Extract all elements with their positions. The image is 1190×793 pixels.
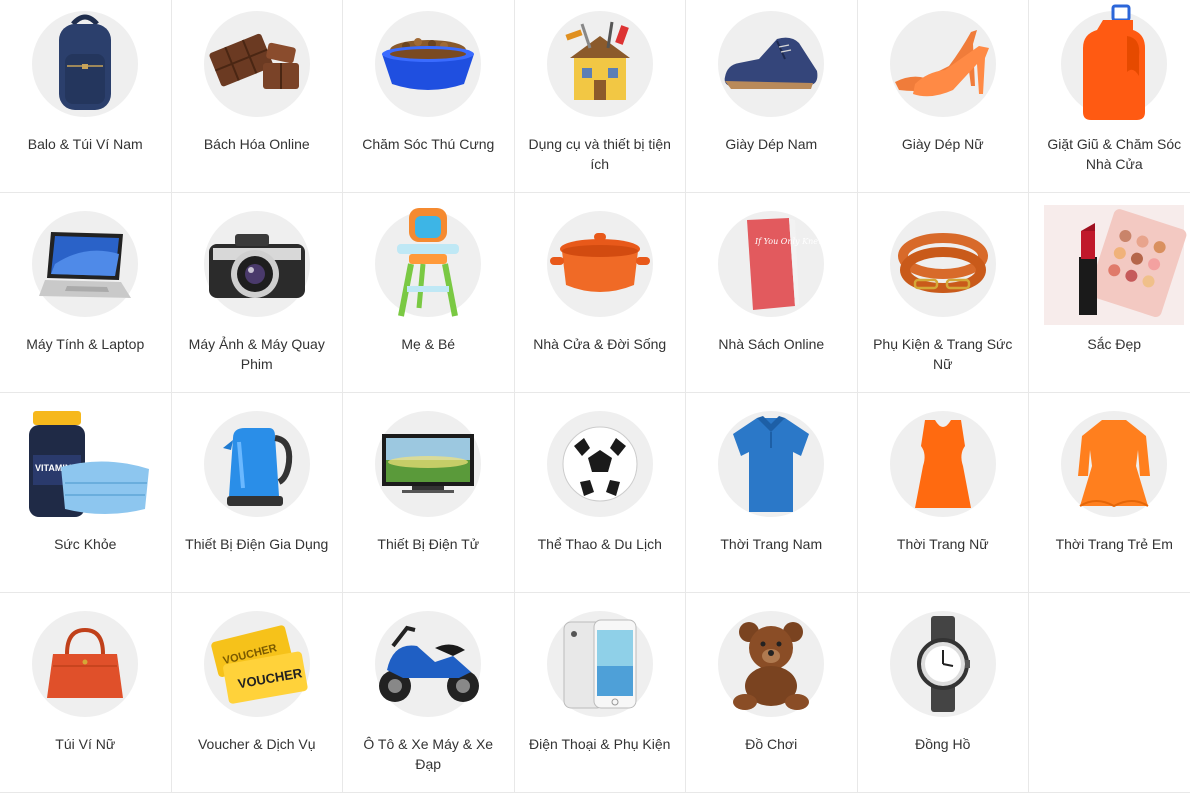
category-dung-cu-tien-ich[interactable]: Dụng cụ và thiết bị tiện ích (514, 0, 686, 193)
category-thoi-trang-nu[interactable]: Thời Trang Nữ (857, 393, 1029, 593)
high-heel-icon (889, 11, 996, 117)
teddy-bear-icon (718, 611, 825, 717)
category-giat-giu-cham-soc-nha-cua[interactable]: Giặt Giũ & Chăm Sóc Nhà Cửa (1029, 0, 1190, 193)
category-tui-vi-nu[interactable]: Túi Ví Nữ (0, 593, 172, 793)
category-dien-thoai-phu-kien[interactable]: Điện Thoại & Phụ Kiện (514, 593, 686, 793)
wristwatch-icon (889, 611, 996, 717)
category-thiet-bi-dien-gia-dung[interactable]: Thiết Bị Điện Gia Dụng (171, 393, 343, 593)
backpack-icon (32, 11, 139, 117)
makeup-icon (1044, 205, 1187, 325)
category-giay-dep-nu[interactable]: Giày Dép Nữ (857, 0, 1029, 193)
category-cham-soc-thu-cung[interactable]: Chăm Sóc Thú Cưng (343, 0, 515, 193)
category-label: Giày Dép Nữ (901, 136, 984, 152)
category-label: Bách Hóa Online (203, 136, 310, 152)
category-voucher-dich-vu[interactable]: VOUCHER VOUCHER Voucher & Dịch Vụ (171, 593, 343, 793)
category-me-be[interactable]: Mẹ & Bé (343, 193, 515, 393)
category-label: Đồng Hồ (915, 736, 971, 752)
category-label: Dụng cụ và thiết bị tiện ích (528, 136, 671, 172)
category-thoi-trang-tre-em[interactable]: Thời Trang Trẻ Em (1029, 393, 1190, 593)
pet-bowl-icon (375, 11, 482, 117)
voucher-ticket-icon: VOUCHER VOUCHER (203, 611, 310, 717)
soccer-ball-icon (546, 411, 653, 517)
category-grid: Balo & Túi Ví Nam Bách Hóa Online Chăm S… (0, 0, 1190, 793)
detergent-bottle-icon (1061, 4, 1168, 120)
category-nha-sach-online[interactable]: If You Only Knew Nhà Sách Online (686, 193, 858, 393)
empty-cell (1029, 593, 1190, 793)
category-label: Thiết Bị Điện Gia Dụng (185, 536, 329, 552)
category-thiet-bi-dien-tu[interactable]: Thiết Bị Điện Tử (343, 393, 515, 593)
cooking-pot-icon (546, 211, 653, 317)
category-label: Sức Khỏe (54, 536, 117, 552)
category-phu-kien-trang-suc-nu[interactable]: Phụ Kiện & Trang Sức Nữ (857, 193, 1029, 393)
bracelet-icon (889, 211, 996, 317)
category-label: Nhà Sách Online (718, 336, 825, 352)
camera-icon (203, 211, 310, 317)
category-label: Thời Trang Nam (720, 536, 823, 552)
category-label: Sắc Đẹp (1087, 336, 1142, 352)
television-icon (375, 411, 482, 517)
category-label: Phụ Kiện & Trang Sức Nữ (873, 336, 1013, 372)
category-bach-hoa-online[interactable]: Bách Hóa Online (171, 0, 343, 193)
polo-shirt-icon (718, 411, 825, 517)
category-may-anh-may-quay-phim[interactable]: Máy Ảnh & Máy Quay Phim (171, 193, 343, 393)
category-o-to-xe-may-xe-dap[interactable]: Ô Tô & Xe Máy & Xe Đạp (343, 593, 515, 793)
category-do-choi[interactable]: Đồ Chơi (686, 593, 858, 793)
vitamin-mask-icon: VITAMIN D (15, 405, 156, 525)
category-label: Ô Tô & Xe Máy & Xe Đạp (363, 736, 494, 772)
kids-dress-icon (1061, 411, 1168, 517)
category-label: Chăm Sóc Thú Cưng (362, 136, 495, 152)
toolbox-house-icon (546, 11, 653, 117)
category-label: Thiết Bị Điện Tử (377, 536, 480, 552)
book-icon: If You Only Knew (718, 211, 825, 317)
handbag-icon (32, 611, 139, 717)
category-suc-khoe[interactable]: VITAMIN D Sức Khỏe (0, 393, 172, 593)
category-label: Voucher & Dịch Vụ (197, 736, 316, 752)
category-the-thao-du-lich[interactable]: Thể Thao & Du Lịch (514, 393, 686, 593)
category-label: Nhà Cửa & Đời Sống (533, 336, 667, 352)
chocolate-icon (203, 11, 310, 117)
women-top-icon (889, 411, 996, 517)
category-label: Thể Thao & Du Lịch (537, 536, 662, 552)
high-chair-icon (375, 208, 482, 317)
category-label: Thời Trang Trẻ Em (1055, 536, 1173, 552)
category-giay-dep-nam[interactable]: Giày Dép Nam (686, 0, 858, 193)
category-may-tinh-laptop[interactable]: Máy Tính & Laptop (0, 193, 172, 393)
category-dong-ho[interactable]: Đồng Hồ (857, 593, 1029, 793)
category-label: Máy Tính & Laptop (26, 336, 145, 352)
category-thoi-trang-nam[interactable]: Thời Trang Nam (686, 393, 858, 593)
category-nha-cua-doi-song[interactable]: Nhà Cửa & Đời Sống (514, 193, 686, 393)
category-label: Điện Thoại & Phụ Kiện (529, 736, 671, 752)
category-sac-dep[interactable]: Sắc Đẹp (1029, 193, 1190, 393)
laptop-icon (32, 211, 139, 317)
category-label: Giày Dép Nam (725, 136, 818, 152)
category-label: Mẹ & Bé (401, 336, 456, 352)
category-label: Giặt Giũ & Chăm Sóc Nhà Cửa (1047, 136, 1182, 172)
category-balo-tui-vi-nam[interactable]: Balo & Túi Ví Nam (0, 0, 172, 193)
category-label: Túi Ví Nữ (55, 736, 116, 752)
category-label: Đồ Chơi (745, 736, 798, 752)
smartphone-icon (546, 611, 653, 717)
men-shoe-icon (718, 11, 825, 117)
category-label: Thời Trang Nữ (896, 536, 989, 552)
category-label: Máy Ảnh & Máy Quay Phim (188, 336, 325, 372)
book-cover-text: If You Only Knew (754, 237, 825, 246)
category-label: Balo & Túi Ví Nam (27, 136, 143, 152)
scooter-icon (375, 611, 482, 717)
kettle-icon (203, 411, 310, 517)
